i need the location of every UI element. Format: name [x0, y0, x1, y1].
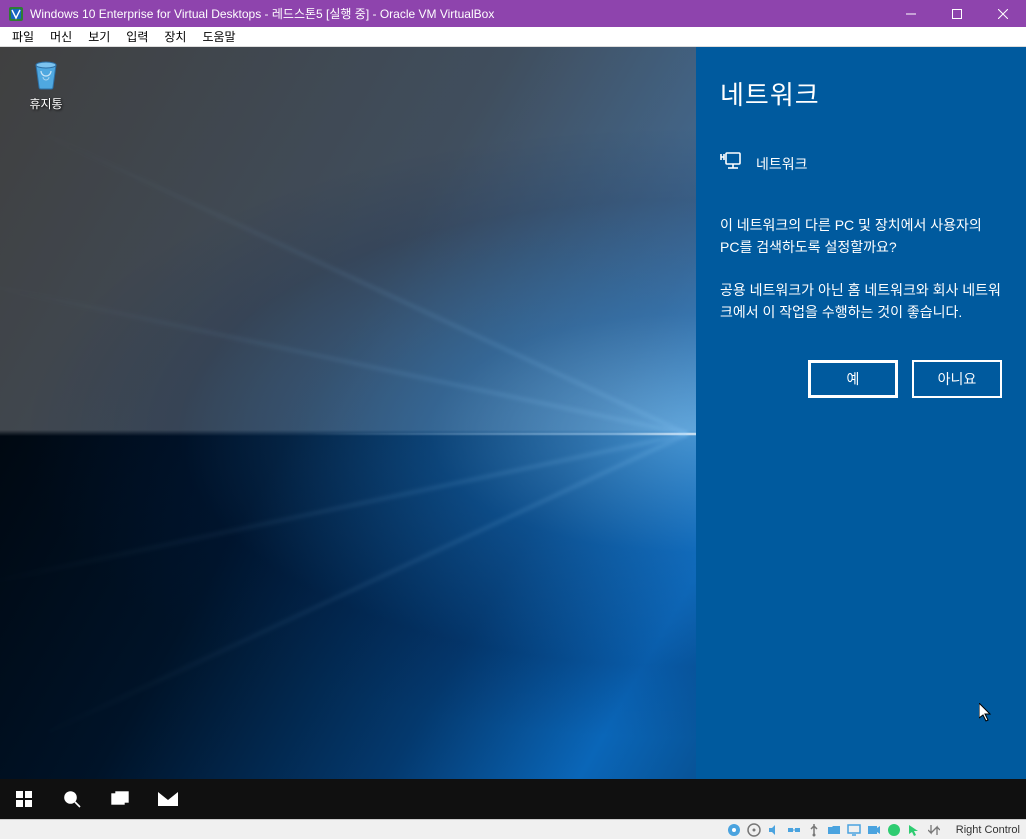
search-button[interactable] [48, 779, 96, 819]
display-icon[interactable] [846, 822, 862, 838]
maximize-button[interactable] [934, 0, 980, 27]
network-section-header: 네트워크 [720, 152, 1002, 175]
desktop-icons: 휴지통 [10, 53, 82, 112]
start-button[interactable] [0, 779, 48, 819]
virtualbox-window: Windows 10 Enterprise for Virtual Deskto… [0, 0, 1026, 839]
network-body-2: 공용 네트워크가 아닌 홈 네트워크와 회사 네트워크에서 이 작업을 수행하는… [720, 280, 1002, 323]
minimize-button[interactable] [888, 0, 934, 27]
virtualbox-icon [8, 6, 24, 22]
shared-folders-icon[interactable] [826, 822, 842, 838]
mail-button[interactable] [144, 779, 192, 819]
vbox-title: Windows 10 Enterprise for Virtual Deskto… [30, 5, 888, 22]
network-yes-button[interactable]: 예 [808, 360, 898, 398]
wallpaper-beam [0, 433, 688, 584]
network-body-1: 이 네트워크의 다른 PC 및 장치에서 사용자의 PC를 검색하도록 설정할까… [720, 215, 1002, 258]
audio-icon[interactable] [766, 822, 782, 838]
vm-display[interactable]: 휴지통 네트워크 네트워크 이 네 [0, 47, 1026, 819]
recording-icon[interactable] [866, 822, 882, 838]
menu-input[interactable]: 입력 [118, 27, 156, 46]
usb-icon[interactable] [806, 822, 822, 838]
vbox-statusbar: Right Control [0, 819, 1026, 839]
menu-devices[interactable]: 장치 [156, 27, 194, 46]
mouse-integration-icon[interactable] [906, 822, 922, 838]
network-no-button[interactable]: 아니요 [912, 360, 1002, 398]
hard-disk-icon[interactable] [726, 822, 742, 838]
wallpaper-beam [36, 130, 688, 435]
recycle-bin[interactable]: 휴지통 [10, 53, 82, 112]
network-section-label: 네트워크 [756, 154, 808, 174]
network-panel-title: 네트워크 [720, 75, 1002, 112]
network-status-icon[interactable] [786, 822, 802, 838]
task-view-button[interactable] [96, 779, 144, 819]
network-button-row: 예 아니요 [720, 360, 1002, 398]
vbox-menubar: 파일 머신 보기 입력 장치 도움말 [0, 27, 1026, 47]
wallpaper-beam [36, 433, 688, 738]
keyboard-captured-icon[interactable] [926, 822, 942, 838]
network-panel: 네트워크 네트워크 이 네트워크의 다른 PC 및 장치에서 사용자의 PC를 … [696, 47, 1026, 779]
vbox-titlebar[interactable]: Windows 10 Enterprise for Virtual Deskto… [0, 0, 1026, 27]
vm-state-icon[interactable] [886, 822, 902, 838]
windows-desktop[interactable]: 휴지통 네트워크 네트워크 이 네 [0, 47, 1026, 819]
optical-disk-icon[interactable] [746, 822, 762, 838]
recycle-bin-icon [26, 53, 66, 93]
menu-view[interactable]: 보기 [80, 27, 118, 46]
menu-machine[interactable]: 머신 [42, 27, 80, 46]
host-key-label: Right Control [952, 824, 1020, 836]
close-button[interactable] [980, 0, 1026, 27]
ethernet-icon [720, 152, 742, 175]
windows-taskbar[interactable] [0, 779, 1026, 819]
wallpaper-beam [0, 284, 688, 435]
menu-help[interactable]: 도움말 [194, 27, 243, 46]
recycle-bin-label: 휴지통 [10, 95, 82, 112]
menu-file[interactable]: 파일 [4, 27, 42, 46]
